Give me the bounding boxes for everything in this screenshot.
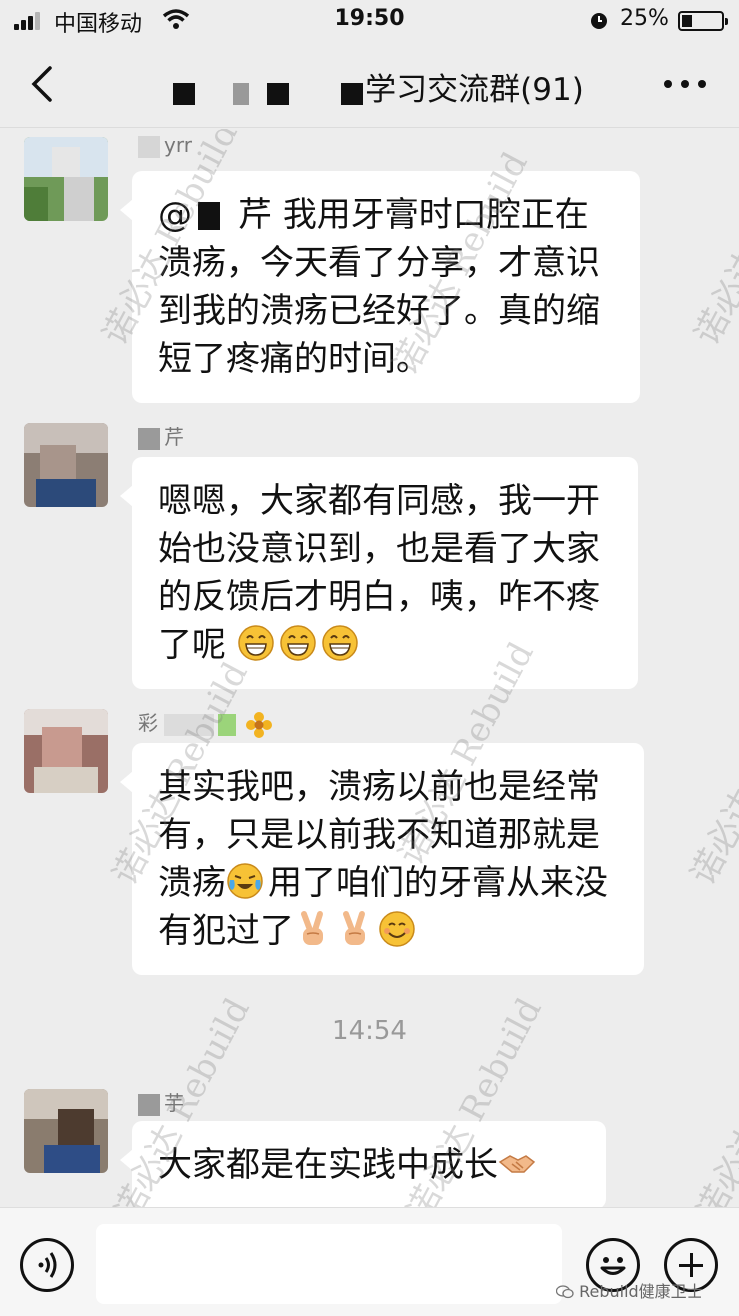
battery-icon bbox=[678, 11, 728, 31]
source-watermark: Rebuild健康卫士 bbox=[555, 1278, 703, 1302]
battery-percentage: 25% bbox=[620, 6, 669, 31]
more-options-button[interactable] bbox=[664, 80, 708, 90]
message-bubble[interactable]: 其实我吧，溃疡以前也是经常有，只是以前我不知道那就是溃疡 用了咱们的牙膏从来没有犯… bbox=[120, 743, 644, 975]
watermark: 诺必达 Rebuild bbox=[683, 655, 739, 892]
group-name: 学习交流群(91) bbox=[365, 72, 584, 108]
tears-of-joy-emoji bbox=[227, 863, 263, 899]
voice-input-button[interactable] bbox=[20, 1238, 74, 1292]
time-divider: 14:54 bbox=[332, 1016, 407, 1046]
sender-name: 彩 bbox=[138, 707, 273, 738]
message-text: 大家都是在实践中成长 bbox=[158, 1145, 498, 1185]
victory-emoji bbox=[301, 911, 323, 945]
grin-emoji bbox=[322, 625, 358, 661]
redaction-mask bbox=[192, 196, 238, 230]
mention[interactable]: @ 芹 bbox=[158, 195, 272, 235]
chat-header: 学习交流群(91) bbox=[0, 40, 739, 128]
message-bubble[interactable]: 嗯嗯，大家都有同感，我一开始也没意识到，也是看了大家的反馈后才明白，咦，咋不疼了… bbox=[120, 457, 638, 689]
message-bubble[interactable]: 大家都是在实践中成长 bbox=[120, 1121, 606, 1207]
message-bubble[interactable]: @ 芹 我用牙膏时口腔正在溃疡，今天看了分享，才意识到我的溃疡已经好了。真的缩短了… bbox=[120, 171, 640, 403]
sender-name: yrr bbox=[138, 133, 192, 158]
flower-emoji bbox=[246, 711, 273, 738]
smile-emoji bbox=[379, 911, 415, 947]
avatar[interactable] bbox=[24, 709, 108, 793]
voice-icon bbox=[38, 1252, 57, 1278]
status-bar: 中国移动 19:50 25% bbox=[0, 0, 739, 40]
sender-name: 芹 bbox=[138, 421, 184, 450]
avatar[interactable] bbox=[24, 137, 108, 221]
handshake-emoji bbox=[498, 1155, 536, 1173]
avatar[interactable] bbox=[24, 1089, 108, 1173]
sender-name: 芋 bbox=[138, 1087, 184, 1116]
wechat-logo-icon bbox=[555, 1285, 574, 1299]
redaction-mask bbox=[155, 77, 365, 107]
grin-emoji bbox=[280, 625, 316, 661]
message-input[interactable] bbox=[96, 1224, 562, 1304]
input-bar: Rebuild健康卫士 bbox=[0, 1207, 739, 1316]
message-text: 嗯嗯，大家都有同感，我一开始也没意识到，也是看了大家的反馈后才明白，咦，咋不疼了… bbox=[158, 481, 600, 665]
message-list[interactable]: yrr @ 芹 我用牙膏时口腔正在溃疡，今天看了分享，才意识到我的溃疡已经好了。真… bbox=[0, 129, 739, 1207]
avatar[interactable] bbox=[24, 423, 108, 507]
alarm-icon bbox=[591, 13, 607, 29]
watermark: 诺必达 Rebuild bbox=[687, 129, 739, 352]
grin-emoji bbox=[238, 625, 274, 661]
victory-emoji bbox=[343, 911, 365, 945]
chat-title: 学习交流群(91) bbox=[0, 64, 739, 109]
